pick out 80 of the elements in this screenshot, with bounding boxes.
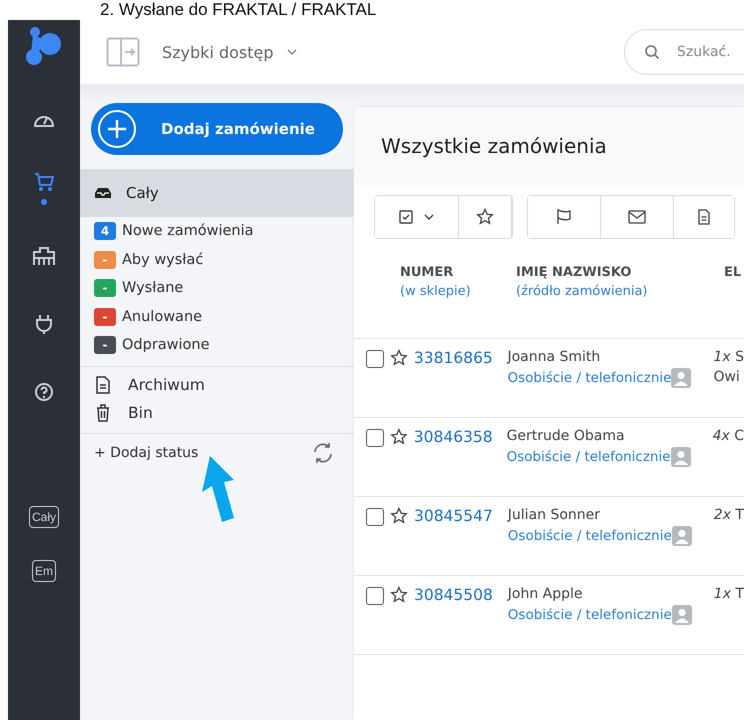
search-field[interactable]: Szukać. — [624, 29, 744, 75]
star-icon — [476, 208, 494, 226]
customer-name: Gertrude Obama — [506, 428, 626, 444]
status-item[interactable]: - Anulowane — [80, 302, 354, 331]
status-label: Anulowane — [122, 308, 202, 325]
chevron-down-icon — [422, 213, 434, 221]
order-source: Osobiście / telefonicznie — [506, 449, 671, 465]
logo-icon — [24, 26, 64, 66]
order-number-link[interactable]: 30845547 — [414, 507, 502, 525]
folder-item[interactable]: Bin — [80, 398, 354, 426]
add-order-button[interactable]: Dodaj zamówienie — [91, 103, 343, 155]
caption-text: 2. Wysłane do FRAKTAL / FRAKTAL — [99, 0, 378, 20]
row-checkbox[interactable] — [366, 429, 384, 447]
status-label: Aby wysłać — [122, 252, 204, 268]
star-icon[interactable] — [390, 349, 408, 367]
checkbox-icon — [398, 210, 412, 224]
folder-item[interactable]: Archiwum — [80, 370, 354, 398]
search-icon — [644, 44, 660, 60]
item-text: 1x S — [713, 349, 744, 365]
rail-badge[interactable]: Em — [32, 560, 56, 582]
row-checkbox[interactable] — [366, 350, 384, 368]
row-checkbox[interactable] — [366, 587, 384, 605]
cart-icon — [33, 171, 55, 193]
plug-icon — [35, 313, 53, 335]
quick-access-dropdown[interactable]: Szybki dostęp — [162, 42, 298, 62]
column-header[interactable]: EL — [724, 265, 742, 280]
rail-badge[interactable]: Cały — [28, 506, 59, 528]
column-header[interactable]: NUMER — [400, 265, 516, 280]
count-badge: - — [94, 250, 116, 269]
inbox-icon — [94, 187, 112, 199]
column-header[interactable]: IMIĘ NAZWISKO — [516, 265, 724, 280]
plus-circle-icon — [97, 109, 137, 149]
count-badge: - — [94, 308, 116, 326]
active-dot — [41, 199, 47, 205]
count-badge: - — [94, 279, 116, 298]
order-source: Osobiście / telefonicznie — [508, 607, 672, 623]
order-source: Osobiście / telefonicznie — [507, 370, 672, 386]
count-badge: 4 — [94, 222, 116, 240]
add-status-link[interactable]: + Dodaj status — [94, 444, 198, 460]
chevron-down-icon — [286, 48, 298, 56]
star-icon[interactable] — [390, 428, 408, 446]
status-item[interactable]: - Aby wysłać — [80, 246, 354, 274]
item-text: 2x T — [714, 507, 744, 523]
warehouse-icon — [32, 246, 56, 266]
item-text: 1x T — [714, 586, 744, 602]
count-badge: - — [94, 336, 116, 354]
help-icon — [34, 382, 54, 402]
flag-icon — [556, 209, 572, 225]
order-source: Osobiście / telefonicznie — [508, 528, 672, 544]
star-icon[interactable] — [390, 586, 408, 604]
person-icon — [670, 447, 691, 467]
item-text: Owi — [713, 369, 741, 385]
person-icon — [671, 368, 692, 388]
customer-name: Julian Sonner — [508, 507, 602, 523]
status-item[interactable]: - Odprawione — [80, 331, 354, 360]
status-label: Wysłane — [122, 280, 184, 296]
panel-title: Wszystkie zamówienia — [381, 134, 607, 158]
column-subheader: (źródło zamówienia) — [516, 284, 648, 299]
status-label: Odprawione — [122, 337, 210, 354]
panel-toggle-icon[interactable] — [106, 37, 140, 67]
mail-icon — [628, 210, 646, 224]
status-label: Nowe zamówienia — [122, 223, 254, 240]
star-icon[interactable] — [390, 507, 408, 525]
order-number-link[interactable]: 33816865 — [414, 349, 502, 367]
person-icon — [672, 526, 692, 546]
status-item[interactable]: 4 Nowe zamówienia — [80, 217, 354, 246]
column-subheader: (w sklepie) — [400, 284, 472, 299]
document-icon — [96, 376, 110, 394]
trash-icon — [96, 404, 110, 422]
item-text: 4x C — [712, 428, 744, 444]
customer-name: John Apple — [508, 586, 584, 602]
customer-name: Joanna Smith — [507, 349, 602, 365]
document-icon — [698, 209, 710, 225]
status-item[interactable]: - Wysłane — [80, 274, 354, 302]
person-icon — [672, 605, 692, 625]
order-number-link[interactable]: 30845508 — [414, 586, 502, 604]
row-checkbox[interactable] — [366, 508, 384, 526]
refresh-icon[interactable] — [312, 442, 334, 464]
order-number-link[interactable]: 30846358 — [414, 428, 501, 446]
all-orders-item[interactable]: Cały — [80, 169, 354, 217]
